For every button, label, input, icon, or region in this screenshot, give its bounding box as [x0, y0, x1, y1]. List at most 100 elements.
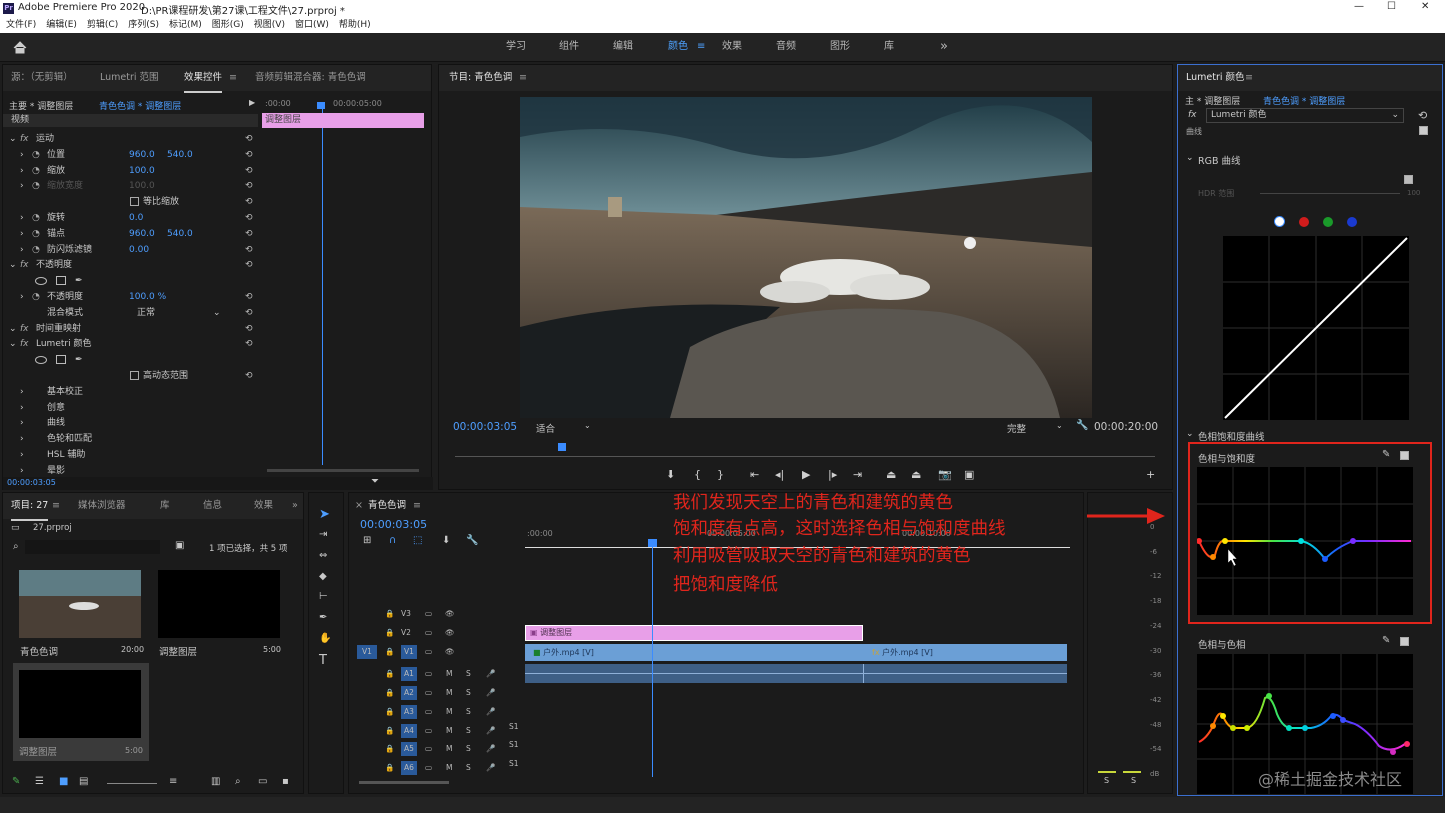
new-bin-footer-icon[interactable]: ▭	[258, 776, 267, 787]
menu-sequence[interactable]: 序列(S)	[128, 17, 159, 33]
thumb-sequence-name[interactable]: 青色色调	[20, 644, 58, 658]
track-label[interactable]: V3	[401, 607, 411, 621]
lumetri-effect-select[interactable]: Lumetri 颜色 ⌄	[1206, 108, 1404, 123]
icon-view-icon[interactable]: ■	[59, 776, 68, 787]
timeline-playhead-handle[interactable]	[648, 539, 657, 547]
filter-icon[interactable]: ⏷	[371, 476, 379, 487]
reset-icon[interactable]: ⟲	[245, 163, 253, 179]
new-bin-icon[interactable]: ▣	[175, 540, 184, 551]
stopwatch-icon[interactable]: ◔	[32, 147, 40, 163]
rgb-curve-label[interactable]: RGB 曲线	[1198, 153, 1241, 167]
automate-icon[interactable]: ▥	[211, 776, 220, 787]
tab-sequence[interactable]: 青色色调	[368, 493, 406, 519]
sort-icon[interactable]: ≡	[169, 776, 177, 787]
mute-button[interactable]: M	[446, 705, 452, 719]
ws-libraries[interactable]: 库	[884, 33, 894, 61]
v1-clip-b[interactable]: fx 户外.mp4 [V]	[864, 644, 1067, 661]
effect-value-1[interactable]: 960.0	[129, 147, 155, 163]
sync-icon[interactable]: ▭	[425, 607, 432, 621]
rgb-curve-graph[interactable]	[1223, 236, 1409, 420]
expand-arrow-icon[interactable]: ›	[20, 400, 24, 416]
reset-icon[interactable]: ⟲	[245, 305, 253, 321]
play-arrow-icon[interactable]: ▶	[249, 98, 255, 107]
lock-icon[interactable]: 🔒	[385, 645, 394, 659]
submix-label[interactable]: S1	[509, 757, 519, 771]
expand-arrow-icon[interactable]: ›	[20, 384, 24, 400]
solo-button[interactable]: S	[466, 705, 471, 719]
track-label[interactable]: A2	[401, 686, 417, 700]
maximize-button[interactable]: ☐	[1387, 1, 1396, 12]
reset-icon[interactable]: ⟲	[245, 178, 253, 194]
mic-icon[interactable]: 🎤	[486, 705, 495, 719]
program-timecode[interactable]: 00:00:03:05	[453, 421, 517, 433]
eye-icon[interactable]: 👁	[445, 626, 455, 640]
type-icon[interactable]: T	[319, 653, 327, 668]
fx-badge-icon[interactable]: fx	[20, 131, 29, 147]
effect-row[interactable]: ✒	[3, 352, 258, 368]
lumetri-menu-icon[interactable]: ≡	[1245, 65, 1253, 91]
mute-button[interactable]: M	[446, 667, 452, 681]
eye-icon[interactable]: 👁	[445, 607, 455, 621]
ellipse-mask-icon[interactable]	[35, 277, 47, 286]
pen-mask-icon[interactable]: ✒	[75, 273, 83, 289]
tab-project[interactable]: 项目: 27	[11, 493, 49, 521]
sync-icon[interactable]: ▭	[425, 705, 432, 719]
lift-icon[interactable]: ⏏	[886, 468, 896, 481]
export-frame-icon[interactable]: 📷	[938, 468, 952, 481]
effect-row[interactable]: ⌄ fx 不透明度 ⟲	[3, 257, 258, 273]
adjustment-clip[interactable]: ▣ 调整图层	[525, 625, 863, 641]
settings-wrench-icon[interactable]: 🔧	[466, 535, 478, 546]
hue-sat-toggle[interactable]: ⌄	[1186, 429, 1194, 439]
hue-sat-section-label[interactable]: 色相饱和度曲线	[1198, 429, 1265, 443]
track-label[interactable]: V2	[401, 626, 411, 640]
blend-mode-select[interactable]: 正常	[137, 305, 155, 321]
extract-icon[interactable]: ⏏	[911, 468, 921, 481]
more-tabs-icon[interactable]: »	[292, 493, 298, 519]
thumb-adjust-1-name[interactable]: 调整图层	[159, 644, 197, 658]
luma-channel-button[interactable]	[1274, 216, 1285, 227]
rgb-curve-toggle[interactable]: ⌄	[1186, 153, 1194, 163]
rect-mask-icon[interactable]	[56, 355, 66, 365]
add-button-icon[interactable]: +	[1146, 468, 1155, 481]
hdr-slider[interactable]	[1260, 193, 1400, 194]
sync-icon[interactable]: ▭	[425, 626, 432, 640]
mute-button[interactable]: M	[446, 686, 452, 700]
effect-row[interactable]: 等比缩放 ⟲	[3, 194, 258, 210]
program-menu-icon[interactable]: ≡	[519, 65, 527, 91]
lock-icon[interactable]: 🔒	[385, 705, 394, 719]
reset-icon[interactable]: ⟲	[245, 257, 253, 273]
reset-icon[interactable]: ⟲	[245, 321, 253, 337]
expand-arrow-icon[interactable]: ›	[20, 163, 24, 179]
mark-in-icon[interactable]: {	[694, 468, 701, 481]
menu-file[interactable]: 文件(F)	[6, 17, 36, 33]
hue-vs-sat-graph[interactable]	[1197, 467, 1413, 615]
timeline-hscroll[interactable]	[359, 781, 449, 784]
v1-clip-a[interactable]: ■ 户外.mp4 [V]	[525, 644, 864, 661]
quality-select[interactable]: 完整	[1007, 421, 1026, 435]
ws-audio[interactable]: 音频	[776, 33, 796, 61]
mic-icon[interactable]: 🎤	[486, 724, 495, 738]
fx-badge-icon[interactable]: fx	[20, 257, 29, 273]
menu-window[interactable]: 窗口(W)	[295, 17, 329, 33]
expand-chevron-icon[interactable]: ⌄	[9, 257, 17, 273]
zoom-scrollbar[interactable]	[267, 469, 419, 472]
playhead-handle[interactable]	[317, 102, 325, 109]
red-channel-button[interactable]	[1299, 217, 1309, 227]
menu-help[interactable]: 帮助(H)	[339, 17, 371, 33]
effect-row[interactable]: › 基本校正	[3, 384, 258, 400]
pen-icon[interactable]: ✒	[319, 612, 327, 623]
effect-timecode[interactable]: 00:00:03:05	[7, 478, 56, 487]
pen-mask-icon[interactable]: ✒	[75, 352, 83, 368]
project-menu-icon[interactable]: ≡	[52, 493, 60, 519]
pencil-icon[interactable]: ✎	[12, 776, 20, 787]
timeline-menu-icon[interactable]: ≡	[413, 493, 421, 519]
reset-icon[interactable]: ⟲	[245, 210, 253, 226]
menu-marker[interactable]: 标记(M)	[169, 17, 202, 33]
selection-tool-icon[interactable]: ➤	[319, 507, 330, 522]
effect-row[interactable]: › ◔ 防闪烁滤镜 0.00 ⟲	[3, 242, 258, 258]
lock-icon[interactable]: 🔒	[385, 607, 394, 621]
lock-icon[interactable]: 🔒	[385, 667, 394, 681]
mute-button[interactable]: M	[446, 724, 452, 738]
effect-row[interactable]: › ◔ 旋转 0.0 ⟲	[3, 210, 258, 226]
effect-value-1[interactable]: 960.0	[129, 226, 155, 242]
